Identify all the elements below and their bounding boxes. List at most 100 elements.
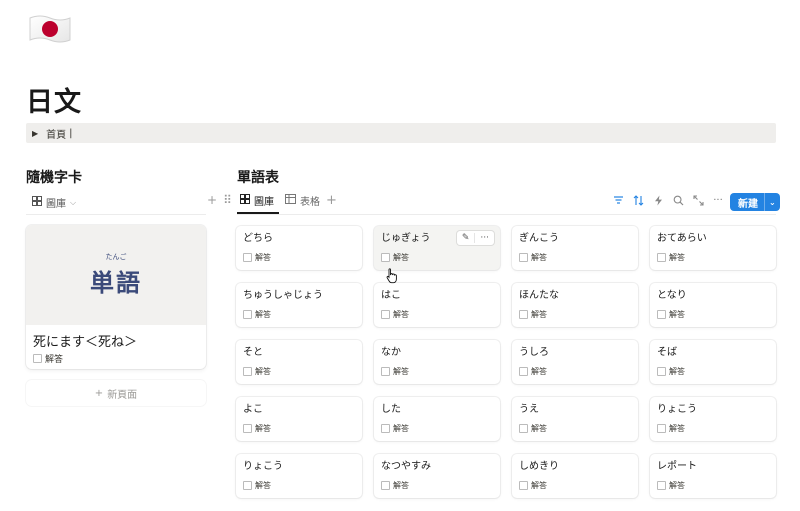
vocab-card[interactable]: おてあらい 解答 <box>650 226 776 270</box>
chevron-down-icon[interactable]: ⌄ <box>764 193 780 211</box>
answer-checkbox[interactable]: 解答 <box>657 309 769 320</box>
answer-checkbox[interactable]: 解答 <box>519 252 631 263</box>
checkbox-icon[interactable] <box>243 367 252 376</box>
more-icon[interactable]: ··· <box>712 194 724 206</box>
vocab-word: なか <box>381 347 401 358</box>
checkbox-icon[interactable] <box>381 310 390 319</box>
answer-checkbox[interactable]: 解答 <box>243 309 355 320</box>
answer-checkbox[interactable]: 解答 <box>519 309 631 320</box>
vocab-card[interactable]: どちら 解答 <box>236 226 362 270</box>
checkbox-icon[interactable] <box>519 367 528 376</box>
checkbox-icon[interactable] <box>381 481 390 490</box>
answer-checkbox[interactable]: 解答 <box>381 252 493 263</box>
checkbox-icon[interactable] <box>519 424 528 433</box>
answer-checkbox[interactable]: 解答 <box>381 366 493 377</box>
answer-checkbox[interactable]: 解答 <box>657 366 769 377</box>
vocab-word: なつやすみ <box>381 461 431 472</box>
divider <box>237 214 776 215</box>
tab-table[interactable]: 表格 <box>285 193 320 208</box>
checkbox-icon[interactable] <box>381 367 390 376</box>
vocab-card[interactable]: よこ解答 <box>236 397 362 441</box>
vocab-word: りょこう <box>657 404 697 415</box>
answer-checkbox[interactable]: 解答 <box>381 309 493 320</box>
vocab-word: レポート <box>657 461 697 472</box>
vocab-card[interactable]: ぎんこう 解答 <box>512 226 638 270</box>
automation-icon[interactable] <box>652 194 664 206</box>
vocab-word: よこ <box>243 404 263 415</box>
checkbox-icon[interactable] <box>381 424 390 433</box>
checkbox-icon[interactable] <box>243 253 252 262</box>
search-icon[interactable] <box>672 194 684 206</box>
vocab-card[interactable]: じゅぎょう 解答 ✎ ··· <box>374 226 500 270</box>
vocab-card[interactable]: はこ 解答 <box>374 283 500 327</box>
answer-checkbox[interactable]: 解答 <box>657 252 769 263</box>
vocab-card[interactable]: りょこう 解答 <box>236 454 362 498</box>
new-page-button[interactable]: + 新頁面 <box>26 380 206 406</box>
checkbox-icon[interactable] <box>657 424 666 433</box>
checkbox-icon[interactable] <box>657 481 666 490</box>
vocab-card[interactable]: うしろ 解答 <box>512 340 638 384</box>
answer-checkbox[interactable]: 解答 <box>243 252 355 263</box>
checkbox-icon[interactable] <box>519 253 528 262</box>
answer-label: 解答 <box>255 424 271 433</box>
filter-icon[interactable] <box>612 194 624 206</box>
cover-kanji: 単語 <box>90 269 142 297</box>
sort-icon[interactable] <box>632 194 644 206</box>
page-title[interactable]: 日文 <box>26 80 82 119</box>
vocab-card[interactable]: そば 解答 <box>650 340 776 384</box>
more-icon[interactable]: ··· <box>474 233 494 243</box>
answer-checkbox[interactable]: 解答 <box>657 480 769 491</box>
vocab-card[interactable]: ほんたな 解答 <box>512 283 638 327</box>
vocab-card[interactable]: した 解答 <box>374 397 500 441</box>
vocab-card[interactable]: なつやすみ 解答 <box>374 454 500 498</box>
checkbox-icon[interactable] <box>657 253 666 262</box>
vocab-card[interactable]: レポート 解答 <box>650 454 776 498</box>
vocab-word: どちら <box>243 233 273 244</box>
answer-checkbox[interactable]: 解答 <box>381 480 493 491</box>
card-actions: ✎ ··· <box>456 231 494 245</box>
tab-gallery[interactable]: 圖庫 <box>240 193 274 208</box>
checkbox-icon[interactable] <box>33 354 42 363</box>
vocab-card[interactable]: しめきり 解答 <box>512 454 638 498</box>
left-view-selector[interactable]: 圖庫 ⌵ <box>32 195 76 210</box>
flashcard[interactable]: たんご 単語 死にます＜死ね＞ 解答 <box>26 225 206 369</box>
drag-handle-icon[interactable]: ⠿ <box>223 193 232 207</box>
vocab-section-title[interactable]: 單語表 <box>237 167 279 187</box>
vocab-card[interactable]: ちゅうしゃじょう 解答 <box>236 283 362 327</box>
vocab-card[interactable]: そと 解答 <box>236 340 362 384</box>
flashcard-section-title[interactable]: 隨機字卡 <box>26 167 82 187</box>
vocab-card[interactable]: なか 解答 <box>374 340 500 384</box>
vocab-card[interactable]: うえ 解答 <box>512 397 638 441</box>
answer-checkbox[interactable]: 解答 <box>26 352 206 365</box>
answer-checkbox[interactable]: 解答 <box>243 366 355 377</box>
answer-checkbox[interactable]: 解答 <box>381 423 493 434</box>
vocab-card[interactable]: となり 解答 <box>650 283 776 327</box>
expand-icon[interactable] <box>692 194 704 206</box>
checkbox-icon[interactable] <box>243 424 252 433</box>
gallery-icon <box>32 196 42 209</box>
toggle-triangle-icon[interactable]: ▶ <box>32 129 38 138</box>
checkbox-icon[interactable] <box>657 367 666 376</box>
edit-icon[interactable]: ✎ <box>457 233 475 243</box>
japan-flag-icon[interactable] <box>26 12 72 46</box>
checkbox-icon[interactable] <box>243 310 252 319</box>
vocab-card[interactable]: りょこう 解答 <box>650 397 776 441</box>
answer-checkbox[interactable]: 解答 <box>657 423 769 434</box>
answer-checkbox[interactable]: 解答 <box>243 423 355 434</box>
answer-checkbox[interactable]: 解答 <box>519 366 631 377</box>
add-icon[interactable]: + <box>207 193 217 207</box>
answer-checkbox[interactable]: 解答 <box>243 480 355 491</box>
answer-checkbox[interactable]: 解答 <box>519 423 631 434</box>
checkbox-icon[interactable] <box>657 310 666 319</box>
checkbox-icon[interactable] <box>381 253 390 262</box>
checkbox-icon[interactable] <box>243 481 252 490</box>
flashcard-title: 死にます＜死ね＞ <box>33 335 138 350</box>
checkbox-icon[interactable] <box>519 310 528 319</box>
new-button[interactable]: 新建 ⌄ <box>730 193 780 211</box>
chevron-down-icon: ⌵ <box>70 197 77 207</box>
vocab-word: ぎんこう <box>519 233 559 244</box>
breadcrumb-toggle[interactable]: ▶ 首頁 | <box>26 123 776 143</box>
add-view-icon[interactable]: + <box>326 193 337 208</box>
checkbox-icon[interactable] <box>519 481 528 490</box>
answer-checkbox[interactable]: 解答 <box>519 480 631 491</box>
